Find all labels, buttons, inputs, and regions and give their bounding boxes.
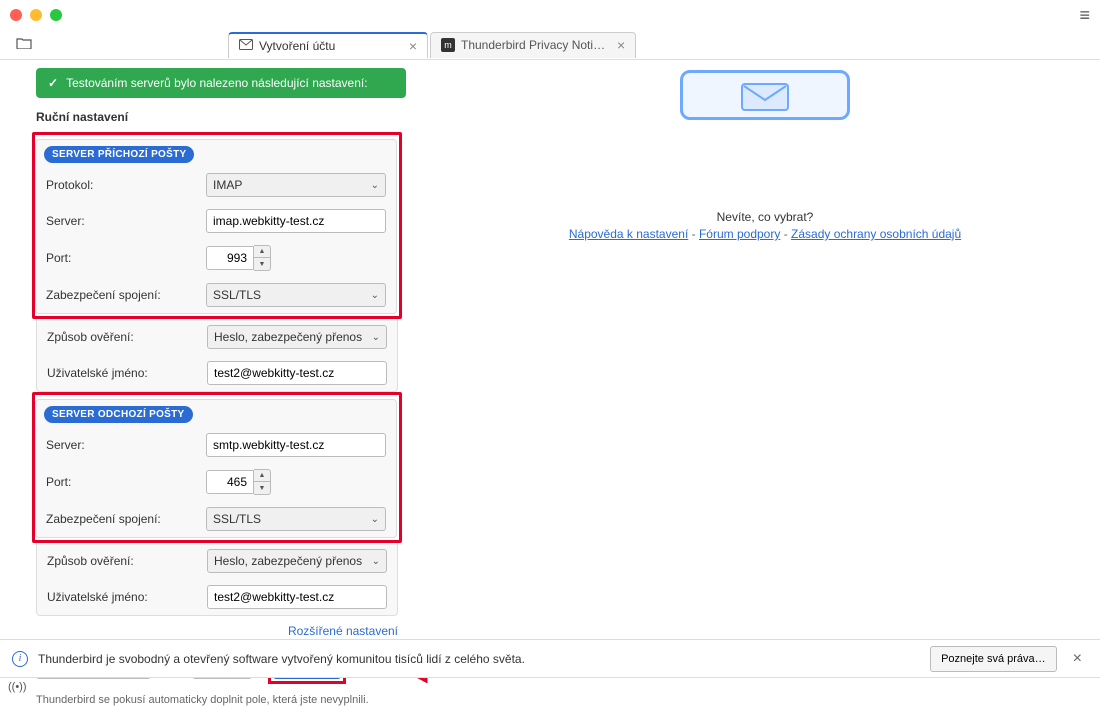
incoming-server-input[interactable] (206, 209, 386, 233)
close-infobar-icon[interactable]: × (1067, 650, 1088, 668)
port-stepper: ▲ ▼ (254, 469, 271, 495)
username-row: Uživatelské jméno: (37, 355, 397, 391)
maximize-window-button[interactable] (50, 9, 62, 21)
protocol-label: Protokol: (46, 178, 206, 192)
site-icon: m (441, 38, 455, 52)
username-label: Uživatelské jméno: (47, 590, 207, 604)
port-row: Port: ▲ ▼ (36, 239, 396, 277)
port-step-up[interactable]: ▲ (254, 470, 270, 482)
advanced-link-row: Rozšířené nastavení (36, 624, 398, 638)
port-step-down[interactable]: ▼ (254, 482, 270, 494)
outgoing-username-input[interactable] (207, 585, 387, 609)
security-label: Zabezpečení spojení: (46, 288, 206, 302)
check-icon: ✓ (48, 76, 58, 90)
port-label: Port: (46, 475, 206, 489)
incoming-auth-select[interactable]: Heslo, zabezpečený přenos ⌄ (207, 325, 387, 349)
help-text: Nevíte, co vybrat? Nápověda k nastavení … (569, 210, 961, 241)
autofill-note: Thunderbird se pokusí automaticky doplni… (36, 694, 456, 706)
chevron-down-icon: ⌄ (371, 514, 379, 525)
window-controls (10, 9, 62, 21)
username-label: Uživatelské jméno: (47, 366, 207, 380)
incoming-username-input[interactable] (207, 361, 387, 385)
username-row: Uživatelské jméno: (37, 579, 397, 615)
protocol-select[interactable]: IMAP ⌄ (206, 173, 386, 197)
manual-settings-heading: Ruční nastavení (36, 110, 430, 124)
outgoing-port-input[interactable] (206, 470, 254, 494)
incoming-server-block: SERVER PŘÍCHOZÍ POŠTY Protokol: IMAP ⌄ S… (35, 139, 397, 314)
incoming-auth-block: Způsob ověření: Heslo, zabezpečený přeno… (36, 319, 398, 392)
rights-button[interactable]: Poznejte svá práva… (930, 646, 1057, 672)
port-step-down[interactable]: ▼ (254, 258, 270, 270)
privacy-link[interactable]: Zásady ochrany osobních údajů (791, 227, 961, 241)
outgoing-highlight: SERVER ODCHOZÍ POŠTY Server: Port: ▲ ▼ Z… (32, 392, 402, 543)
chevron-down-icon: ⌄ (371, 180, 379, 191)
auth-label: Způsob ověření: (47, 554, 207, 568)
close-window-button[interactable] (10, 9, 22, 21)
server-label: Server: (46, 438, 206, 452)
tab-bar: Vytvoření účtu × m Thunderbird Privacy N… (228, 32, 638, 58)
auth-label: Způsob ověření: (47, 330, 207, 344)
port-label: Port: (46, 251, 206, 265)
incoming-badge: SERVER PŘÍCHOZÍ POŠTY (44, 146, 194, 163)
tab-label: Vytvoření účtu (259, 39, 335, 53)
main-content: ✓ Testováním serverů bylo nalezeno násle… (0, 60, 1100, 639)
port-stepper: ▲ ▼ (254, 245, 271, 271)
outgoing-server-block: SERVER ODCHOZÍ POŠTY Server: Port: ▲ ▼ Z… (35, 399, 397, 538)
server-label: Server: (46, 214, 206, 228)
setup-help-link[interactable]: Nápověda k nastavení (569, 227, 688, 241)
port-row: Port: ▲ ▼ (36, 463, 396, 501)
status-bar: ((•)) (0, 677, 1100, 695)
tab-label: Thunderbird Privacy Notice — Mozil (461, 38, 611, 52)
server-row: Server: (36, 203, 396, 239)
auth-row: Způsob ověření: Heslo, zabezpečený přeno… (37, 319, 397, 355)
security-row: Zabezpečení spojení: SSL/TLS ⌄ (36, 277, 396, 313)
chevron-down-icon: ⌄ (372, 556, 380, 567)
security-label: Zabezpečení spojení: (46, 512, 206, 526)
protocol-row: Protokol: IMAP ⌄ (36, 167, 396, 203)
incoming-highlight: SERVER PŘÍCHOZÍ POŠTY Protokol: IMAP ⌄ S… (32, 132, 402, 319)
toolbar: Vytvoření účtu × m Thunderbird Privacy N… (0, 30, 1100, 60)
outgoing-auth-block: Způsob ověření: Heslo, zabezpečený přeno… (36, 543, 398, 616)
mail-illustration (680, 70, 850, 120)
success-banner: ✓ Testováním serverů bylo nalezeno násle… (36, 68, 406, 98)
menu-icon[interactable]: ≡ (1079, 5, 1090, 26)
tab-account-setup[interactable]: Vytvoření účtu × (228, 32, 428, 58)
port-step-up[interactable]: ▲ (254, 246, 270, 258)
folder-icon[interactable] (10, 35, 38, 54)
server-row: Server: (36, 427, 396, 463)
incoming-port-input[interactable] (206, 246, 254, 270)
advanced-settings-link[interactable]: Rozšířené nastavení (288, 624, 398, 638)
form-column: ✓ Testováním serverů bylo nalezeno násle… (0, 60, 430, 639)
success-text: Testováním serverů bylo nalezeno následu… (66, 76, 368, 90)
minimize-window-button[interactable] (30, 9, 42, 21)
auth-row: Způsob ověření: Heslo, zabezpečený přeno… (37, 543, 397, 579)
help-question: Nevíte, co vybrat? (569, 210, 961, 224)
outgoing-badge: SERVER ODCHOZÍ POŠTY (44, 406, 193, 423)
outgoing-auth-select[interactable]: Heslo, zabezpečený přenos ⌄ (207, 549, 387, 573)
chevron-down-icon: ⌄ (372, 332, 380, 343)
outgoing-security-select[interactable]: SSL/TLS ⌄ (206, 507, 386, 531)
info-icon: i (12, 651, 28, 667)
help-column: Nevíte, co vybrat? Nápověda k nastavení … (430, 60, 1100, 639)
close-tab-icon[interactable]: × (617, 37, 625, 53)
titlebar: ≡ (0, 0, 1100, 30)
info-text: Thunderbird je svobodný a otevřený softw… (38, 652, 920, 666)
info-bar: i Thunderbird je svobodný a otevřený sof… (0, 639, 1100, 677)
security-row: Zabezpečení spojení: SSL/TLS ⌄ (36, 501, 396, 537)
chevron-down-icon: ⌄ (371, 290, 379, 301)
forum-link[interactable]: Fórum podpory (699, 227, 780, 241)
mail-icon (239, 39, 253, 53)
broadcast-icon[interactable]: ((•)) (8, 681, 27, 693)
close-tab-icon[interactable]: × (409, 38, 417, 54)
incoming-security-select[interactable]: SSL/TLS ⌄ (206, 283, 386, 307)
tab-privacy-notice[interactable]: m Thunderbird Privacy Notice — Mozil × (430, 32, 636, 58)
outgoing-server-input[interactable] (206, 433, 386, 457)
